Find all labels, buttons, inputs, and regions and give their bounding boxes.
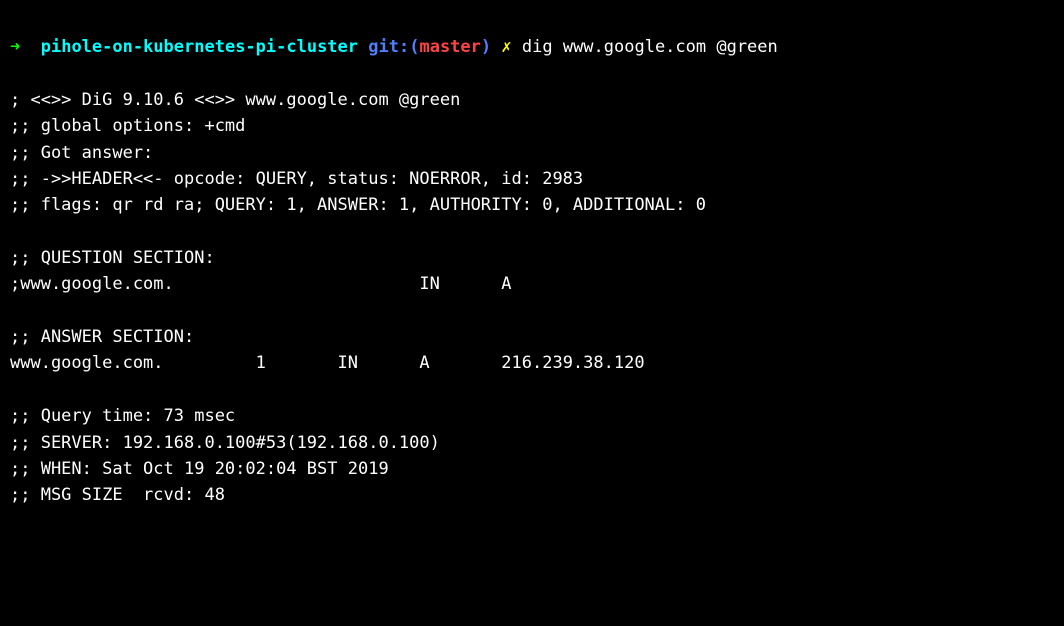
command-input[interactable]: dig www.google.com @green xyxy=(522,37,778,57)
output-line: ; <<>> DiG 9.10.6 <<>> www.google.com @g… xyxy=(10,90,460,110)
output-line: ;www.google.com. IN A xyxy=(10,274,512,294)
terminal-window[interactable]: ➜ pihole-on-kubernetes-pi-cluster git:(m… xyxy=(10,8,1054,509)
output-line: www.google.com. 1 IN A 216.239.38.120 xyxy=(10,353,645,373)
output-line: ;; ->>HEADER<<- opcode: QUERY, status: N… xyxy=(10,169,583,189)
output-line: ;; Got answer: xyxy=(10,143,153,163)
output-line: ;; global options: +cmd xyxy=(10,116,245,136)
prompt-git-paren-close: ) xyxy=(481,37,491,57)
prompt-dirty-icon: ✗ xyxy=(501,37,511,57)
prompt-arrow-icon: ➜ xyxy=(10,37,20,57)
prompt-git-paren-open: ( xyxy=(409,37,419,57)
output-line: ;; flags: qr rd ra; QUERY: 1, ANSWER: 1,… xyxy=(10,195,706,215)
output-line: ;; WHEN: Sat Oct 19 20:02:04 BST 2019 xyxy=(10,459,389,479)
prompt-directory: pihole-on-kubernetes-pi-cluster xyxy=(41,37,358,57)
prompt-git-branch: master xyxy=(419,37,480,57)
prompt-line: ➜ pihole-on-kubernetes-pi-cluster git:(m… xyxy=(10,37,778,57)
output-line: ;; MSG SIZE rcvd: 48 xyxy=(10,485,225,505)
output-line: ;; Query time: 73 msec xyxy=(10,406,235,426)
output-line: ;; QUESTION SECTION: xyxy=(10,248,215,268)
output-line: ;; SERVER: 192.168.0.100#53(192.168.0.10… xyxy=(10,433,440,453)
prompt-git-label: git: xyxy=(368,37,409,57)
output-line: ;; ANSWER SECTION: xyxy=(10,327,194,347)
